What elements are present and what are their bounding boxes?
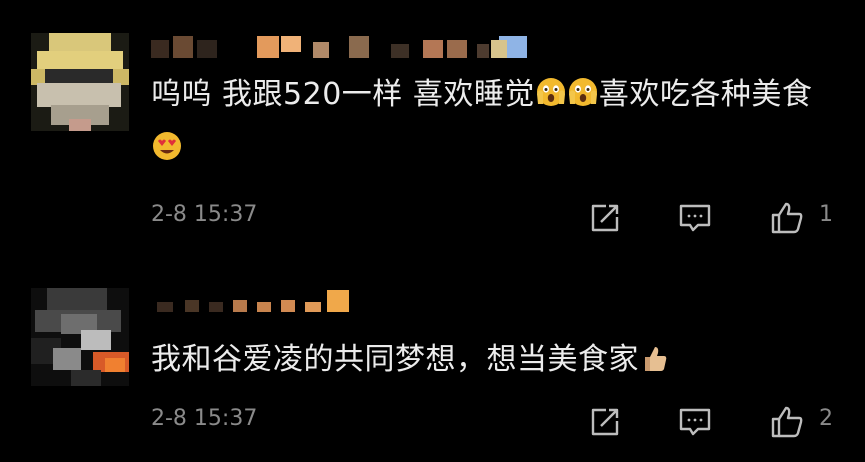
like-button[interactable] xyxy=(765,402,809,442)
screaming-face-emoji xyxy=(535,74,567,124)
comment-item: 我和谷爱凌的共同梦想，想当美食家 2-8 15:37 2 xyxy=(0,250,865,462)
comment-time: 2-8 15:37 xyxy=(151,202,258,227)
like-count: 2 xyxy=(819,406,833,431)
comment-text: 呜呜 我跟520一样 喜欢睡觉 喜欢吃各种美食 xyxy=(151,70,825,178)
comment-text: 我和谷爱凌的共同梦想，想当美食家 xyxy=(151,335,825,389)
comment-time: 2-8 15:37 xyxy=(151,406,258,431)
share-button[interactable] xyxy=(583,198,627,238)
like-button[interactable] xyxy=(765,198,809,238)
share-icon xyxy=(591,408,619,436)
reply-button[interactable] xyxy=(673,198,717,238)
comment-text-main: 呜呜 我跟520一样 喜欢睡觉 xyxy=(151,77,535,112)
reply-icon xyxy=(679,204,711,232)
like-icon xyxy=(771,406,803,438)
comment-text-tail: 喜欢吃各种美食 xyxy=(598,77,813,112)
share-button[interactable] xyxy=(583,402,627,442)
username-redacted[interactable] xyxy=(151,290,351,312)
like-count: 1 xyxy=(819,202,833,227)
avatar[interactable] xyxy=(31,288,129,386)
share-icon xyxy=(591,204,619,232)
reply-icon xyxy=(679,408,711,436)
username-redacted[interactable] xyxy=(151,36,527,58)
comment-meta: 2-8 15:37 2 xyxy=(151,402,865,442)
like-icon xyxy=(771,202,803,234)
comment-meta: 2-8 15:37 1 xyxy=(151,198,865,238)
comment-item: 呜呜 我跟520一样 喜欢睡觉 喜欢吃各种美食 2-8 15:37 1 xyxy=(0,0,865,250)
heart-eyes-emoji xyxy=(151,128,183,178)
reply-button[interactable] xyxy=(673,402,717,442)
comment-text-main: 我和谷爱凌的共同梦想，想当美食家 xyxy=(151,342,639,377)
avatar[interactable] xyxy=(31,33,129,131)
screaming-face-emoji xyxy=(567,74,599,124)
thumbs-up-emoji xyxy=(639,339,667,389)
